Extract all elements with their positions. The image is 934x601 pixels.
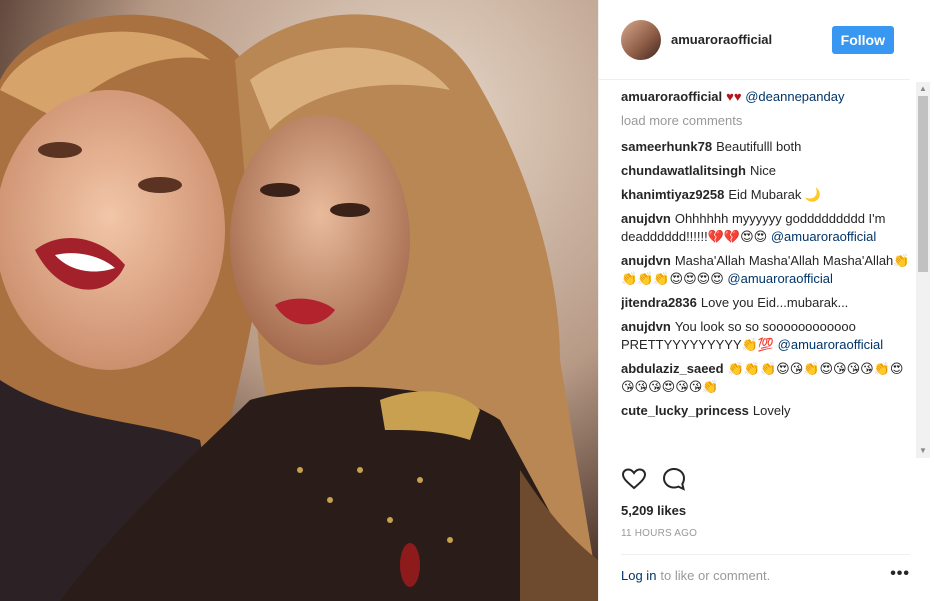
post-sidebar: amuaroraofficial Follow amuaroraofficial… xyxy=(598,0,934,601)
comment-mention[interactable]: @amuaroraofficial xyxy=(771,229,876,244)
comment-username[interactable]: anujdvn xyxy=(621,211,671,226)
caption-username[interactable]: amuaroraofficial xyxy=(621,89,722,104)
comments-list: amuaroraofficial ♥♥ @deannepanday load mo… xyxy=(621,84,913,456)
heart-icon[interactable] xyxy=(621,466,647,492)
selfie-image xyxy=(0,0,598,601)
likes-count[interactable]: 5,209 likes xyxy=(621,503,686,518)
comment-item: anujdvn You look so so soooooooooooo PRET… xyxy=(621,318,913,354)
caption-hearts: ♥♥ xyxy=(726,89,742,104)
post-timestamp[interactable]: 11 HOURS AGO xyxy=(621,528,697,539)
more-options-icon[interactable]: ••• xyxy=(890,565,910,583)
comment-username[interactable]: anujdvn xyxy=(621,253,671,268)
caption-mention[interactable]: @deannepanday xyxy=(745,89,844,104)
header-username[interactable]: amuaroraofficial xyxy=(671,32,832,47)
comment-mention[interactable]: @amuaroraofficial xyxy=(778,337,883,352)
login-prompt-text: to like or comment. xyxy=(660,568,771,583)
comment-item: chundawatlalitsingh Nice xyxy=(621,162,913,180)
comment-username[interactable]: abdulaziz_saeed xyxy=(621,361,724,376)
comment-item: anujdvn Ohhhhhh myyyyyy goddddddddd I'm d… xyxy=(621,210,913,246)
caption: amuaroraofficial ♥♥ @deannepanday xyxy=(621,88,913,106)
comment-text: Nice xyxy=(749,163,776,178)
login-footer: Log in to like or comment. ••• xyxy=(621,554,910,583)
comment-text: Love you Eid...mubarak... xyxy=(700,295,849,310)
scrollbar-thumb[interactable] xyxy=(918,96,928,272)
scroll-up-icon[interactable]: ▲ xyxy=(916,82,930,96)
follow-button[interactable]: Follow xyxy=(831,25,894,54)
comment-item: khanimtiyaz9258 Eid Mubarak 🌙 xyxy=(621,186,913,204)
comment-username[interactable]: jitendra2836 xyxy=(621,295,697,310)
comment-username[interactable]: anujdvn xyxy=(621,319,671,334)
comment-item: anujdvn Masha'Allah Masha'Allah Masha'All… xyxy=(621,252,913,288)
comment-text: Eid Mubarak 🌙 xyxy=(728,187,822,202)
comment-username[interactable]: cute_lucky_princess xyxy=(621,403,749,418)
comment-text: Beautifulll both xyxy=(716,139,802,154)
scroll-down-icon[interactable]: ▼ xyxy=(916,444,930,458)
comment-item: abdulaziz_saeed 👏👏👏😍😘👏😍😘😘😘👏😍😘😘😘😍😘😘👏 xyxy=(621,360,913,396)
post-header: amuaroraofficial Follow xyxy=(599,0,910,80)
load-more-comments-link[interactable]: load more comments xyxy=(621,112,913,130)
avatar[interactable] xyxy=(621,19,661,60)
comment-bubble-icon[interactable] xyxy=(661,466,687,492)
comment-username[interactable]: khanimtiyaz9258 xyxy=(621,187,724,202)
comment-item: jitendra2836 Love you Eid...mubarak... xyxy=(621,294,913,312)
login-link[interactable]: Log in xyxy=(621,568,656,583)
comment-item: cute_lucky_princess Lovely xyxy=(621,402,913,420)
comments-scrollbar[interactable]: ▲ ▼ xyxy=(916,82,930,458)
comment-username[interactable]: sameerhunk78 xyxy=(621,139,712,154)
post-photo[interactable] xyxy=(0,0,598,601)
post-actions xyxy=(621,466,687,492)
comment-text: Lovely xyxy=(752,403,791,418)
comment-username[interactable]: chundawatlalitsingh xyxy=(621,163,746,178)
comment-mention[interactable]: @amuaroraofficial xyxy=(727,271,832,286)
instagram-post: amuaroraofficial Follow amuaroraofficial… xyxy=(0,0,934,601)
comment-item: sameerhunk78 Beautifulll both xyxy=(621,138,913,156)
